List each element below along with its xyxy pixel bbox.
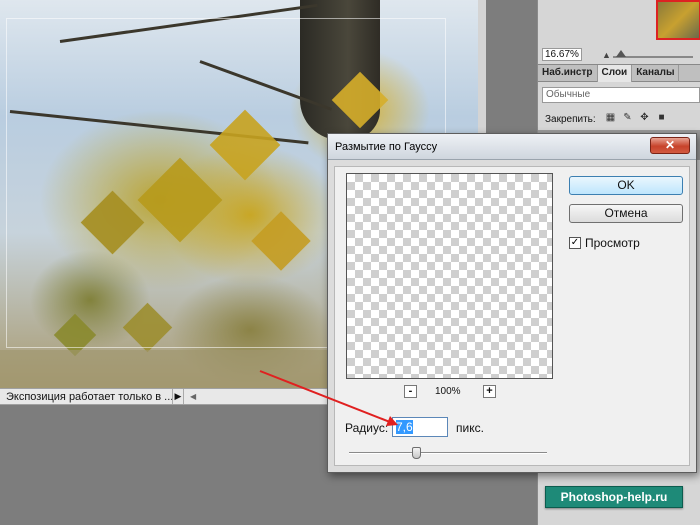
gaussian-blur-dialog: Размытие по Гауссу ✕ - 100% + OK Отмена …	[327, 133, 697, 473]
zoom-in-button[interactable]: +	[483, 385, 496, 398]
dialog-body: - 100% + OK Отмена ✓ Просмотр Радиус: 7,…	[334, 166, 690, 466]
navigator-thumbnail[interactable]	[656, 0, 700, 40]
radius-slider[interactable]	[349, 452, 547, 454]
lock-label: Закрепить:	[545, 114, 596, 125]
lock-icons: ▦ ✎ ✥ ■	[605, 112, 667, 123]
tab-channels[interactable]: Каналы	[632, 65, 680, 82]
move-icon[interactable]: ✥	[639, 112, 650, 123]
dialog-title: Размытие по Гауссу	[335, 141, 438, 153]
preview-checkbox[interactable]: ✓ Просмотр	[569, 236, 640, 250]
play-right-icon[interactable]: ▶	[172, 389, 184, 404]
radius-slider-thumb[interactable]	[412, 447, 421, 459]
status-text: Экспозиция работает только в ...	[6, 390, 172, 403]
radius-input[interactable]: 7,6	[392, 417, 448, 437]
lock-icon[interactable]: ■	[656, 112, 667, 123]
dialog-titlebar[interactable]: Размытие по Гауссу ✕	[328, 134, 696, 160]
preview-zoom-level: 100%	[435, 386, 461, 397]
zoom-out-button[interactable]: -	[404, 385, 417, 398]
navigator-zoom-field[interactable]: 16.67%	[542, 48, 582, 61]
cancel-button[interactable]: Отмена	[569, 204, 683, 223]
radius-label: Радиус:	[345, 421, 389, 435]
blend-mode-select[interactable]: Обычные	[542, 87, 700, 103]
tab-layers[interactable]: Слои	[597, 65, 633, 82]
close-button[interactable]: ✕	[650, 137, 690, 154]
navigator-zoom-slider-thumb[interactable]	[616, 50, 626, 57]
panel-tabs: Наб.инстр Слои Каналы	[538, 64, 700, 82]
checker-icon[interactable]: ▦	[605, 112, 616, 123]
radius-value-selected: 7,6	[396, 420, 413, 434]
scroll-left-icon[interactable]: ◀	[190, 392, 196, 401]
preview-checkbox-label: Просмотр	[585, 236, 640, 250]
units-label: пикс.	[456, 421, 484, 435]
preview-area[interactable]	[346, 173, 553, 379]
zoom-out-icon[interactable]: ▲	[602, 50, 611, 60]
ok-button[interactable]: OK	[569, 176, 683, 195]
brush-icon[interactable]: ✎	[622, 112, 633, 123]
tab-brushes[interactable]: Наб.инстр	[538, 65, 598, 82]
checkbox-checked-icon[interactable]: ✓	[569, 237, 581, 249]
watermark-logo: Photoshop-help.ru	[545, 486, 683, 508]
